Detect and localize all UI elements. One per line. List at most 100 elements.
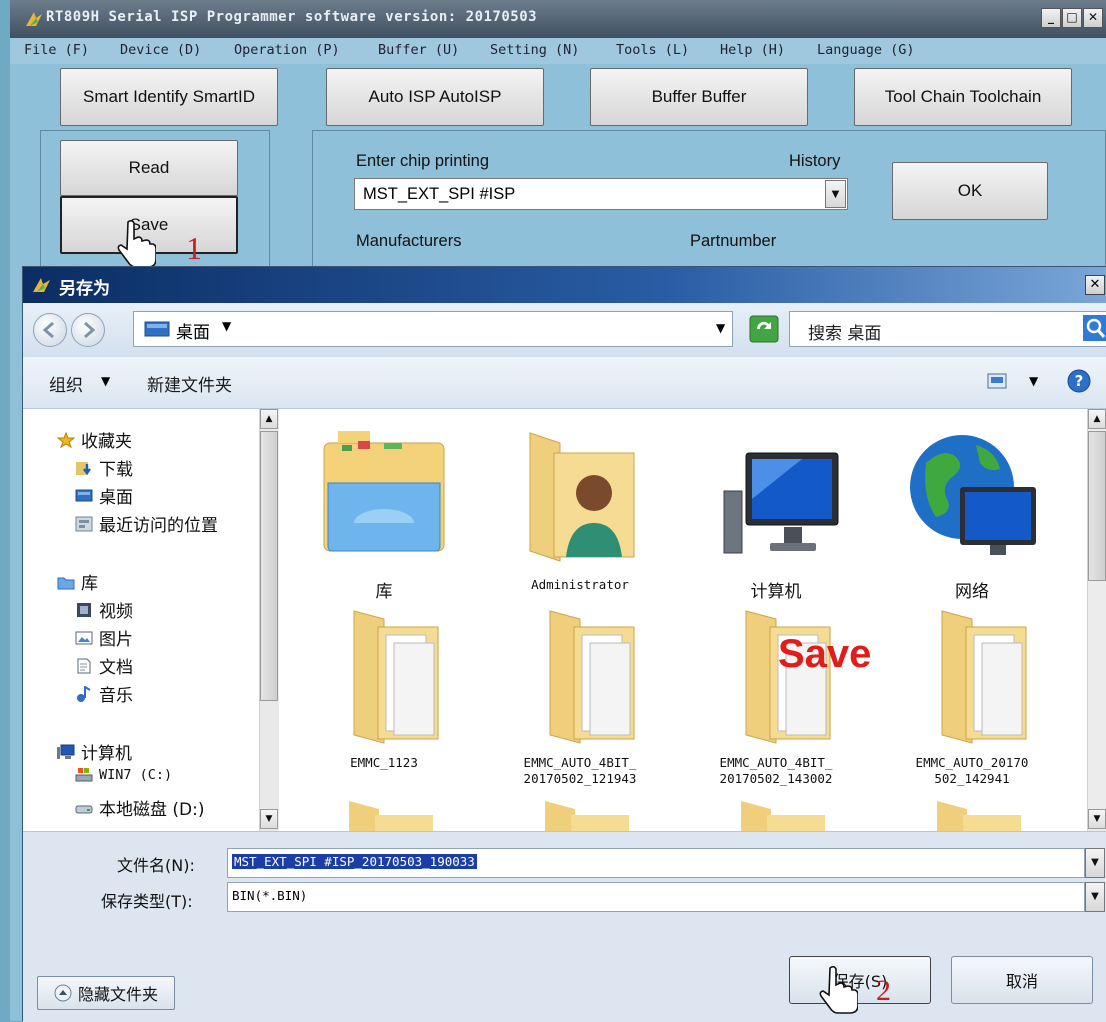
- partnumber-label: Partnumber: [690, 232, 777, 250]
- filename-dropdown-icon[interactable]: ▼: [1085, 848, 1105, 878]
- dialog-close-button[interactable]: ✕: [1085, 275, 1105, 295]
- smart-identify-button[interactable]: Smart Identify SmartID: [60, 68, 278, 126]
- filetype-label: 保存类型(T):: [101, 892, 193, 911]
- file-name-line2: 20170502_121943: [523, 771, 637, 786]
- nav-pictures[interactable]: 图片: [75, 625, 133, 650]
- recent-places-icon: [75, 516, 93, 531]
- downloads-icon: [76, 461, 91, 475]
- nav-scrollbar[interactable]: ▲ ▼: [259, 409, 279, 831]
- menu-buffer[interactable]: Buffer (U): [378, 42, 459, 58]
- search-icon[interactable]: [1083, 315, 1106, 341]
- nav-documents[interactable]: 文档: [75, 653, 133, 678]
- toolchain-button[interactable]: Tool Chain Toolchain: [854, 68, 1072, 126]
- nav-favorites-label: 收藏夹: [81, 432, 132, 452]
- file-item-emmc-auto-20170502[interactable]: EMMC_AUTO_20170 502_142941: [877, 601, 1067, 787]
- desktop-icon: [144, 321, 170, 337]
- files-scrollbar[interactable]: ▲ ▼: [1087, 409, 1106, 831]
- files-scroll-up-icon[interactable]: ▲: [1088, 409, 1106, 429]
- read-button[interactable]: Read: [60, 140, 238, 196]
- organize-menu[interactable]: 组织: [49, 371, 83, 396]
- app-title: RT809H Serial ISP Programmer software ve…: [46, 9, 538, 25]
- file-item-emmc-auto-4bit-121943[interactable]: EMMC_AUTO_4BIT_ 20170502_121943: [485, 601, 675, 787]
- folder-icon: [545, 801, 629, 831]
- search-box[interactable]: 搜索 桌面: [789, 311, 1106, 347]
- chip-dropdown-icon[interactable]: ▼: [825, 180, 846, 208]
- dialog-save-button[interactable]: 保存(S): [789, 956, 931, 1004]
- nav-downloads[interactable]: 下载: [75, 455, 133, 480]
- filetype-select[interactable]: BIN(*.BIN): [227, 882, 1085, 912]
- address-dropdown-icon[interactable]: ▼: [716, 321, 725, 335]
- files-scroll-thumb[interactable]: [1088, 431, 1106, 581]
- nav-desktop[interactable]: 桌面: [75, 483, 133, 508]
- filename-input[interactable]: MST_EXT_SPI #ISP_20170503_190033: [227, 848, 1085, 878]
- file-name-line2: 20170502_143002: [719, 771, 833, 786]
- address-location: 桌面: [176, 323, 210, 343]
- computer-icon: [723, 452, 839, 554]
- local-disk-icon: [75, 805, 93, 813]
- back-button[interactable]: [33, 313, 67, 347]
- nav-favorites[interactable]: 收藏夹: [57, 427, 132, 452]
- help-icon[interactable]: ?: [1067, 369, 1091, 393]
- nav-drive-d-label: 本地磁盘 (D:): [99, 800, 205, 820]
- file-item-emmc-auto-4bit-143002[interactable]: EMMC_AUTO_4BIT_ 20170502_143002: [681, 601, 871, 787]
- menu-setting[interactable]: Setting (N): [490, 42, 579, 58]
- close-button[interactable]: ✕: [1083, 8, 1103, 28]
- collapse-up-icon: [54, 984, 72, 1002]
- nav-computer-label: 计算机: [81, 744, 132, 764]
- maximize-button[interactable]: □: [1062, 8, 1082, 28]
- view-chevron-icon[interactable]: ▼: [1029, 374, 1038, 388]
- minimize-button[interactable]: _: [1041, 8, 1061, 28]
- file-name: 网络: [955, 582, 989, 602]
- nav-libraries[interactable]: 库: [57, 569, 98, 594]
- file-item-network[interactable]: 网络: [877, 423, 1067, 602]
- chip-input[interactable]: MST_EXT_SPI #ISP: [354, 178, 848, 210]
- refresh-icon[interactable]: [749, 315, 779, 343]
- menu-tools[interactable]: Tools (L): [616, 42, 689, 58]
- files-scroll-down-icon[interactable]: ▼: [1088, 809, 1106, 829]
- menu-device[interactable]: Device (D): [120, 42, 201, 58]
- forward-button[interactable]: [71, 313, 105, 347]
- nav-scroll-up-icon[interactable]: ▲: [260, 409, 278, 429]
- dialog-cancel-button[interactable]: 取消: [951, 956, 1093, 1004]
- hand-cursor-icon: [819, 965, 858, 1014]
- nav-videos[interactable]: 视频: [75, 597, 133, 622]
- buffer-button[interactable]: Buffer Buffer: [590, 68, 808, 126]
- dialog-toolbar: 组织 ▼ 新建文件夹 ▼ ?: [23, 357, 1106, 409]
- file-item-administrator[interactable]: Administrator: [485, 423, 675, 593]
- file-item-libraries[interactable]: 库: [289, 423, 479, 602]
- file-item-computer[interactable]: 计算机: [681, 423, 871, 602]
- file-name-line2: 502_142941: [934, 771, 1010, 786]
- forward-arrow-icon: [84, 321, 96, 339]
- menu-help[interactable]: Help (H): [720, 42, 785, 58]
- nav-scroll-down-icon[interactable]: ▼: [260, 809, 278, 829]
- file-name-line1: EMMC_AUTO_4BIT_: [719, 755, 833, 770]
- network-globe-icon: [910, 435, 1036, 555]
- nav-drive-d[interactable]: 本地磁盘 (D:): [75, 795, 205, 820]
- nav-recent-places[interactable]: 最近访问的位置: [75, 511, 218, 536]
- nav-drive-c[interactable]: WIN7 (C:): [75, 767, 172, 783]
- address-chevron-icon[interactable]: ▼: [222, 319, 231, 333]
- view-options-icon[interactable]: [987, 373, 1007, 389]
- address-bar[interactable]: 桌面 ▼ ▼: [133, 311, 733, 347]
- nav-scroll-thumb[interactable]: [260, 431, 278, 701]
- filetype-dropdown-icon[interactable]: ▼: [1085, 882, 1105, 912]
- nav-music[interactable]: 音乐: [75, 681, 133, 706]
- hand-cursor-icon: [117, 219, 156, 268]
- menu-operation[interactable]: Operation (P): [234, 42, 340, 58]
- new-folder-button[interactable]: 新建文件夹: [147, 371, 232, 396]
- step-2-marker: 2: [876, 974, 891, 1007]
- menu-language[interactable]: Language (G): [817, 42, 915, 58]
- ok-button[interactable]: OK: [892, 162, 1048, 220]
- organize-chevron-icon[interactable]: ▼: [101, 374, 110, 388]
- system-drive-icon: [75, 768, 93, 782]
- menu-file[interactable]: File (F): [24, 42, 89, 58]
- filename-value: MST_EXT_SPI #ISP_20170503_190033: [232, 854, 477, 869]
- nav-computer[interactable]: 计算机: [57, 739, 132, 764]
- file-item-emmc-1123[interactable]: EMMC_1123: [289, 601, 479, 771]
- nav-pictures-label: 图片: [99, 630, 133, 650]
- hide-folders-button[interactable]: 隐藏文件夹: [37, 976, 175, 1010]
- folder-icon: [941, 610, 1027, 744]
- app-logo-icon: [26, 12, 42, 26]
- desktop-icon: [75, 489, 93, 501]
- auto-isp-button[interactable]: Auto ISP AutoISP: [326, 68, 544, 126]
